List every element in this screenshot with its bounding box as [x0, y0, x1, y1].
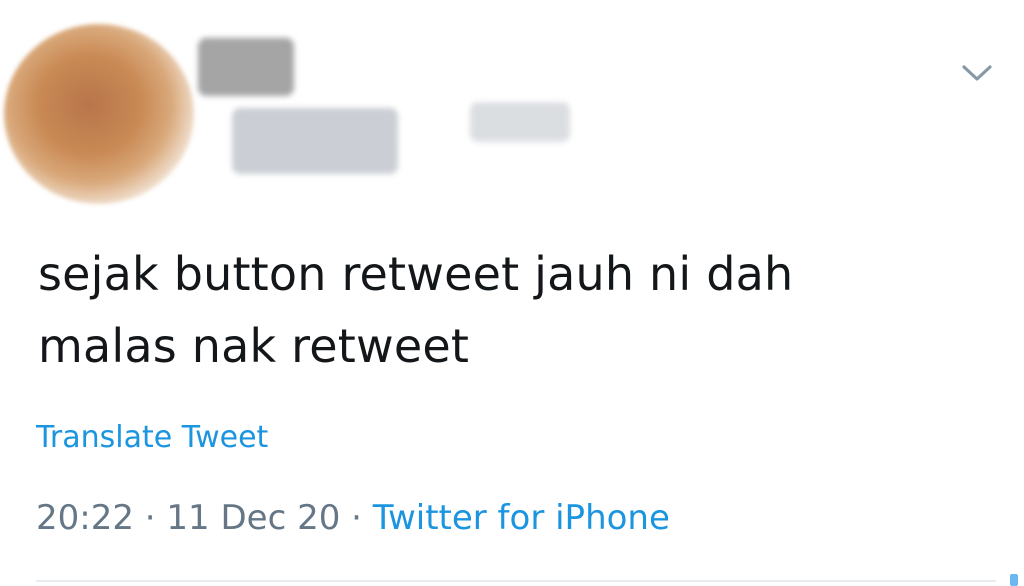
tweet-source-link[interactable]: Twitter for iPhone	[373, 498, 670, 538]
chevron-down-icon[interactable]	[958, 60, 996, 86]
meta-separator: ·	[144, 498, 156, 538]
redacted-username	[232, 108, 398, 174]
scroll-indicator	[1010, 574, 1018, 586]
tweet-text-line: malas nak retweet	[38, 319, 470, 373]
tweet-time: 20:22	[36, 498, 134, 538]
tweet-text-line: sejak button retweet jauh ni dah	[38, 247, 794, 301]
tweet-metadata: 20:22 · 11 Dec 20 · Twitter for iPhone	[36, 498, 670, 538]
redacted-display-name	[198, 38, 294, 96]
tweet-date: 11 Dec 20	[166, 498, 341, 538]
tweet-text: sejak button retweet jauh ni dah malas n…	[38, 238, 978, 382]
redacted-username-extra	[470, 102, 570, 142]
meta-separator: ·	[351, 498, 362, 538]
divider	[36, 580, 996, 582]
tweet-card: sejak button retweet jauh ni dah malas n…	[0, 0, 1024, 586]
translate-tweet-link[interactable]: Translate Tweet	[36, 420, 268, 455]
avatar[interactable]	[4, 24, 194, 204]
